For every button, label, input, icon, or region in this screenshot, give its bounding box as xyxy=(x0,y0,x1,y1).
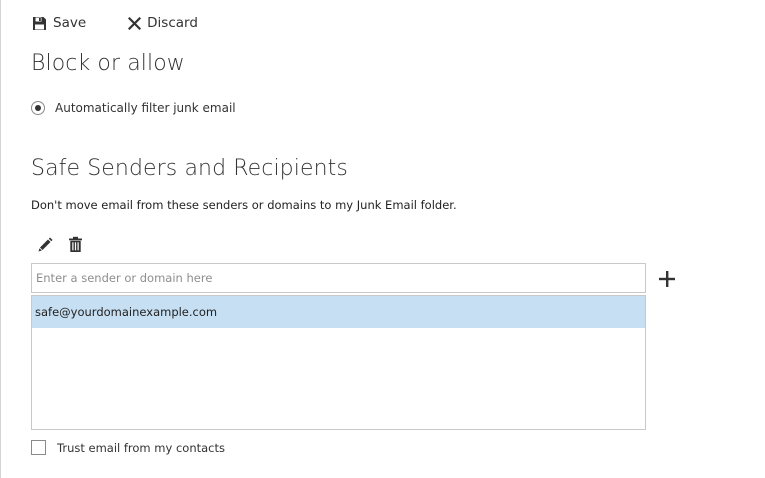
list-actions xyxy=(37,236,83,257)
save-button[interactable]: Save xyxy=(32,15,86,31)
discard-label: Discard xyxy=(147,15,198,31)
toolbar: Save Discard xyxy=(32,13,198,33)
save-label: Save xyxy=(53,15,87,31)
auto-filter-option[interactable]: Automatically filter junk email xyxy=(31,101,236,115)
safe-senders-heading: Safe Senders and Recipients xyxy=(31,156,348,181)
trash-icon[interactable] xyxy=(68,236,83,257)
discard-button[interactable]: Discard xyxy=(128,15,198,31)
add-sender-button[interactable] xyxy=(657,269,677,289)
safe-senders-description: Don't move email from these senders or d… xyxy=(31,198,457,212)
junk-email-options-page: Save Discard Block or allow Automaticall… xyxy=(0,0,765,478)
pencil-icon[interactable] xyxy=(37,236,54,257)
trust-contacts-label: Trust email from my contacts xyxy=(57,440,225,455)
block-or-allow-heading: Block or allow xyxy=(31,51,185,76)
list-item[interactable]: safe@yourdomainexample.com xyxy=(32,296,645,328)
sender-domain-input[interactable] xyxy=(31,263,646,293)
trust-contacts-option[interactable]: Trust email from my contacts xyxy=(31,440,225,455)
auto-filter-radio[interactable] xyxy=(31,101,45,115)
safe-senders-list[interactable]: safe@yourdomainexample.com xyxy=(31,295,646,430)
floppy-disk-icon xyxy=(32,16,47,31)
x-icon xyxy=(128,16,142,30)
trust-contacts-checkbox[interactable] xyxy=(31,440,46,455)
left-divider xyxy=(0,0,1,478)
plus-icon xyxy=(657,271,677,293)
auto-filter-label: Automatically filter junk email xyxy=(55,101,236,115)
